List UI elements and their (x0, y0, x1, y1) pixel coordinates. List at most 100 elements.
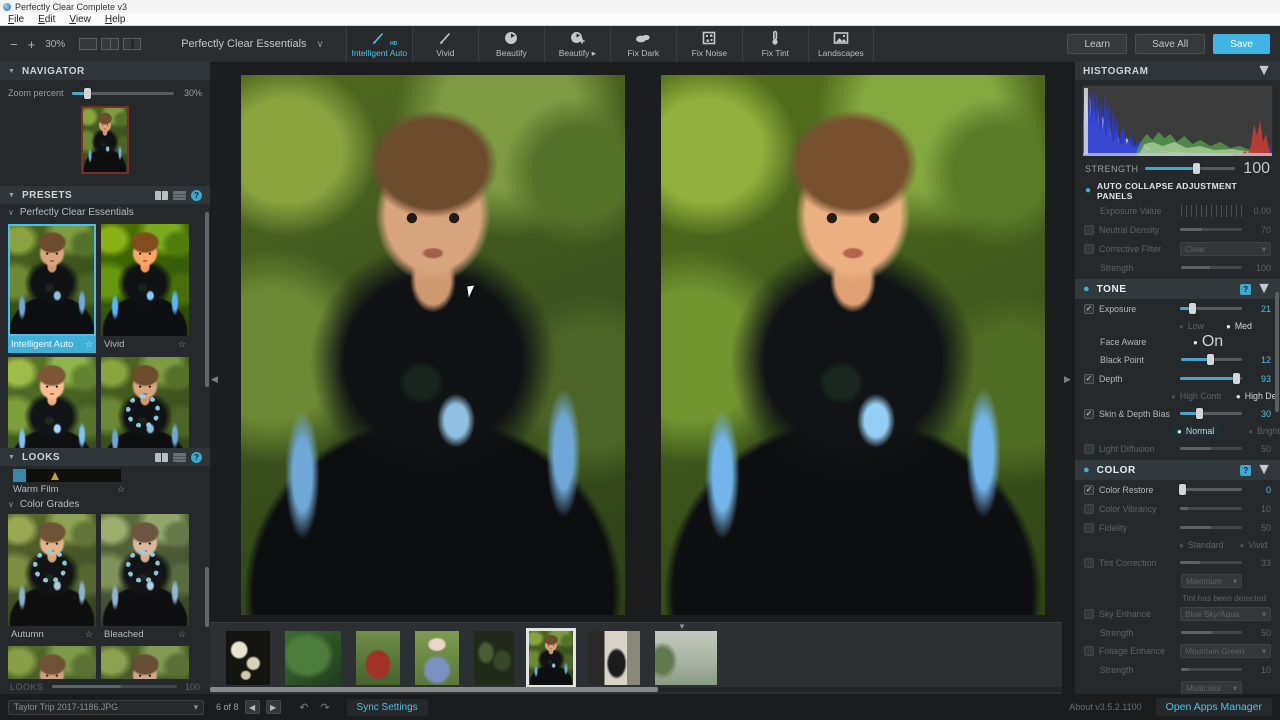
collapse-triangle-icon[interactable]: ▼ (1256, 280, 1272, 298)
list-view-icon[interactable] (173, 452, 186, 462)
help-icon[interactable]: ? (1240, 464, 1252, 476)
filmstrip-thumb-portrait-selected[interactable] (526, 628, 576, 688)
list-view-icon[interactable] (173, 190, 186, 200)
foliage-strength-slider[interactable] (1181, 668, 1242, 671)
sky-enhance-checkbox[interactable] (1084, 609, 1094, 619)
looks-strength-slider[interactable] (51, 685, 177, 688)
redo-button[interactable]: ↷ (318, 700, 333, 714)
image-before[interactable] (240, 75, 625, 615)
sky-enhance-dropdown[interactable]: Blue Sky/Aqua ▾ (1180, 607, 1271, 621)
filmstrip-scroll-handle[interactable] (210, 687, 658, 692)
tint-correction-slider[interactable] (1180, 561, 1242, 564)
learn-button[interactable]: Learn (1067, 34, 1128, 54)
preset-tile[interactable] (8, 357, 96, 448)
neutral-density-slider[interactable] (1180, 228, 1242, 231)
preset-tile-intelligent-auto[interactable]: Intelligent Auto ☆ (8, 224, 96, 353)
radio-vivid[interactable]: ● Vivid (1240, 540, 1268, 550)
toolbar-preset-intelligent-auto[interactable]: HD Intelligent Auto (345, 26, 412, 62)
undo-button[interactable]: ↶ (297, 700, 312, 714)
help-icon[interactable]: ? (191, 189, 202, 201)
radio-standard[interactable]: ● Standard (1179, 540, 1224, 550)
light-diffusion-checkbox[interactable] (1084, 443, 1094, 454)
tone-panel-header[interactable]: ● TONE ? ▼ (1075, 279, 1280, 299)
foliage-type-dropdown[interactable]: Multicolor ▾ (1181, 681, 1242, 694)
preset-group-dropdown[interactable]: Perfectly Clear Essentials ∨ (173, 31, 332, 57)
about-version-label[interactable]: About v3.5.2.1100 (1069, 702, 1141, 712)
exposure-checkbox[interactable]: ✓ (1084, 303, 1094, 314)
single-view-icon[interactable] (79, 38, 98, 50)
toolbar-preset-vivid[interactable]: Vivid (411, 26, 478, 62)
collapse-triangle-icon[interactable]: ▼ (1256, 62, 1272, 80)
grid-view-icon[interactable] (155, 190, 168, 200)
looks-group-row[interactable]: ∨ Color Grades (0, 497, 210, 511)
corrective-filter-dropdown[interactable]: Clear ▾ (1180, 241, 1271, 256)
color-vibrancy-slider[interactable] (1180, 507, 1242, 510)
zoom-out-button[interactable]: − (10, 37, 18, 52)
right-panel-scrollbar[interactable] (1275, 292, 1279, 412)
presets-group-row[interactable]: ∨ Perfectly Clear Essentials (0, 204, 210, 220)
color-panel-header[interactable]: ● COLOR ? ▼ (1075, 460, 1280, 480)
radio-med[interactable]: ● Med (1226, 321, 1252, 331)
looks-scrollbar[interactable] (205, 567, 209, 627)
menu-help[interactable]: Help (105, 14, 126, 25)
filmstrip-thumb-red-house[interactable] (356, 631, 400, 685)
foliage-enhance-dropdown[interactable]: Mountain Green ▾ (1180, 644, 1271, 658)
filmstrip-thumb-flowers[interactable] (226, 631, 270, 685)
filmstrip-thumb-piano[interactable] (588, 631, 640, 685)
star-icon[interactable]: ☆ (85, 339, 93, 350)
depth-slider[interactable] (1180, 373, 1242, 384)
toolbar-preset-beautify-plus[interactable]: Beautify ▸ (543, 26, 610, 62)
previous-image-button[interactable]: ◀ (244, 700, 260, 714)
exposure-slider[interactable] (1180, 303, 1242, 314)
toolbar-preset-beautify[interactable]: Beautify (477, 26, 544, 62)
tint-mode-dropdown[interactable]: Maximum ▾ (1181, 574, 1242, 588)
collapse-triangle-icon[interactable]: ▼ (1256, 461, 1272, 479)
help-icon[interactable]: ? (191, 451, 202, 463)
navigator-panel-header[interactable]: ▼ NAVIGATOR (0, 62, 210, 80)
side-by-side-view-icon[interactable] (123, 38, 142, 50)
filmstrip-thumb-leaf[interactable] (285, 631, 341, 685)
filter-strength-slider[interactable] (1181, 266, 1242, 269)
filmstrip-thumb-misty-lake[interactable] (655, 631, 717, 685)
auto-collapse-toggle[interactable]: ● AUTO COLLAPSE ADJUSTMENT PANELS (1075, 180, 1280, 201)
collapse-filmstrip-icon[interactable]: ▼ (678, 622, 686, 631)
star-icon[interactable]: ☆ (178, 339, 186, 350)
collapse-triangle-icon[interactable]: ▼ (8, 454, 15, 461)
preset-tile[interactable] (101, 357, 189, 448)
radio-face-aware-on[interactable]: ● On (1193, 333, 1223, 351)
fidelity-slider[interactable] (1180, 526, 1242, 529)
radio-high-contrast[interactable]: ● High Contr (1171, 391, 1222, 401)
depth-checkbox[interactable]: ✓ (1084, 373, 1094, 384)
skin-depth-bias-checkbox[interactable]: ✓ (1084, 408, 1094, 419)
menu-view[interactable]: View (69, 14, 91, 25)
look-tile-autumn[interactable]: Autumn ☆ (8, 514, 96, 643)
tint-correction-checkbox[interactable] (1084, 557, 1094, 568)
sync-settings-button[interactable]: Sync Settings (346, 698, 428, 716)
neutral-density-checkbox[interactable] (1084, 224, 1094, 235)
help-icon[interactable]: ? (1240, 283, 1252, 295)
split-view-icon[interactable] (101, 38, 120, 50)
radio-normal[interactable]: ● Normal (1171, 425, 1221, 437)
collapse-triangle-icon[interactable]: ▼ (8, 192, 15, 199)
star-icon[interactable]: ☆ (117, 484, 125, 495)
fidelity-checkbox[interactable] (1084, 522, 1094, 533)
preset-tile-vivid[interactable]: Vivid ☆ (101, 224, 189, 353)
radio-low[interactable]: ● Low (1179, 321, 1204, 331)
next-image-button[interactable]: ▶ (265, 700, 281, 714)
toolbar-preset-fix-tint[interactable]: Fix Tint (741, 26, 808, 62)
radio-high-def[interactable]: ● High Def (1236, 391, 1279, 401)
light-diffusion-slider[interactable] (1180, 447, 1242, 450)
zoom-in-button[interactable]: + (28, 37, 36, 52)
navigator-zoom-slider[interactable] (72, 87, 174, 99)
color-restore-checkbox[interactable]: ✓ (1084, 484, 1094, 495)
toolbar-preset-fix-dark[interactable]: Fix Dark (609, 26, 676, 62)
menu-file[interactable]: File (8, 14, 24, 25)
grid-view-icon[interactable] (155, 452, 168, 462)
presets-scrollbar[interactable] (205, 212, 209, 387)
strength-slider[interactable] (1145, 163, 1236, 174)
looks-panel-header[interactable]: ▼ LOOKS ? (0, 448, 210, 466)
foliage-enhance-checkbox[interactable] (1084, 646, 1094, 656)
collapse-triangle-icon[interactable]: ▼ (8, 68, 15, 75)
save-button[interactable]: Save (1213, 34, 1270, 54)
skin-depth-bias-slider[interactable] (1180, 408, 1242, 419)
